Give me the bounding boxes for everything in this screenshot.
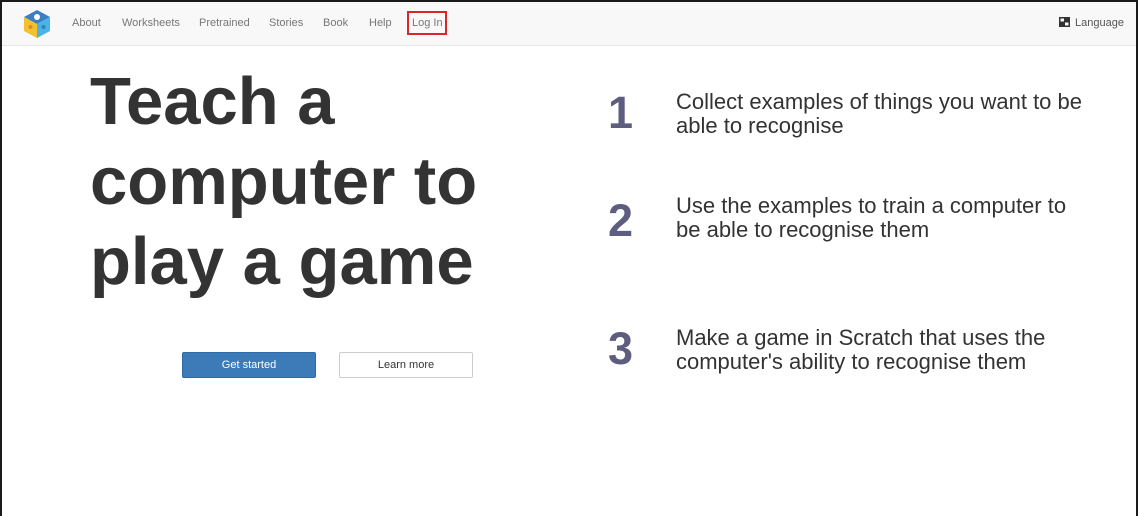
- step-1-number: 1: [608, 87, 634, 138]
- nav-book[interactable]: Book: [323, 17, 348, 29]
- hero-line-1: Teach a: [90, 64, 335, 139]
- nav-log-in[interactable]: Log In: [412, 17, 443, 29]
- learn-more-button[interactable]: Learn more: [339, 352, 473, 378]
- hero-line-2: computer to: [90, 144, 478, 219]
- nav-help[interactable]: Help: [369, 17, 392, 29]
- top-navbar: About Worksheets Pretrained Stories Book…: [2, 2, 1136, 46]
- get-started-button[interactable]: Get started: [182, 352, 316, 378]
- nav-about[interactable]: About: [72, 17, 101, 29]
- hero-line-3: play a game: [90, 224, 474, 299]
- step-3-number: 3: [608, 323, 634, 374]
- step-2-number: 2: [608, 195, 634, 246]
- nav-worksheets[interactable]: Worksheets: [122, 17, 180, 29]
- language-menu[interactable]: Language: [1059, 17, 1124, 29]
- nav-stories[interactable]: Stories: [269, 17, 303, 29]
- nav-pretrained[interactable]: Pretrained: [199, 17, 250, 29]
- step-2-text: Use the examples to train a computer to …: [676, 193, 1067, 242]
- language-flag-icon: [1059, 17, 1071, 27]
- language-label: Language: [1075, 17, 1124, 29]
- app-logo-icon[interactable]: [22, 9, 52, 39]
- step-3-text: Make a game in Scratch that uses the com…: [676, 325, 1046, 374]
- hero-headline: Teach a computer to play a game: [90, 62, 550, 302]
- step-1-text: Collect examples of things you want to b…: [676, 89, 1083, 138]
